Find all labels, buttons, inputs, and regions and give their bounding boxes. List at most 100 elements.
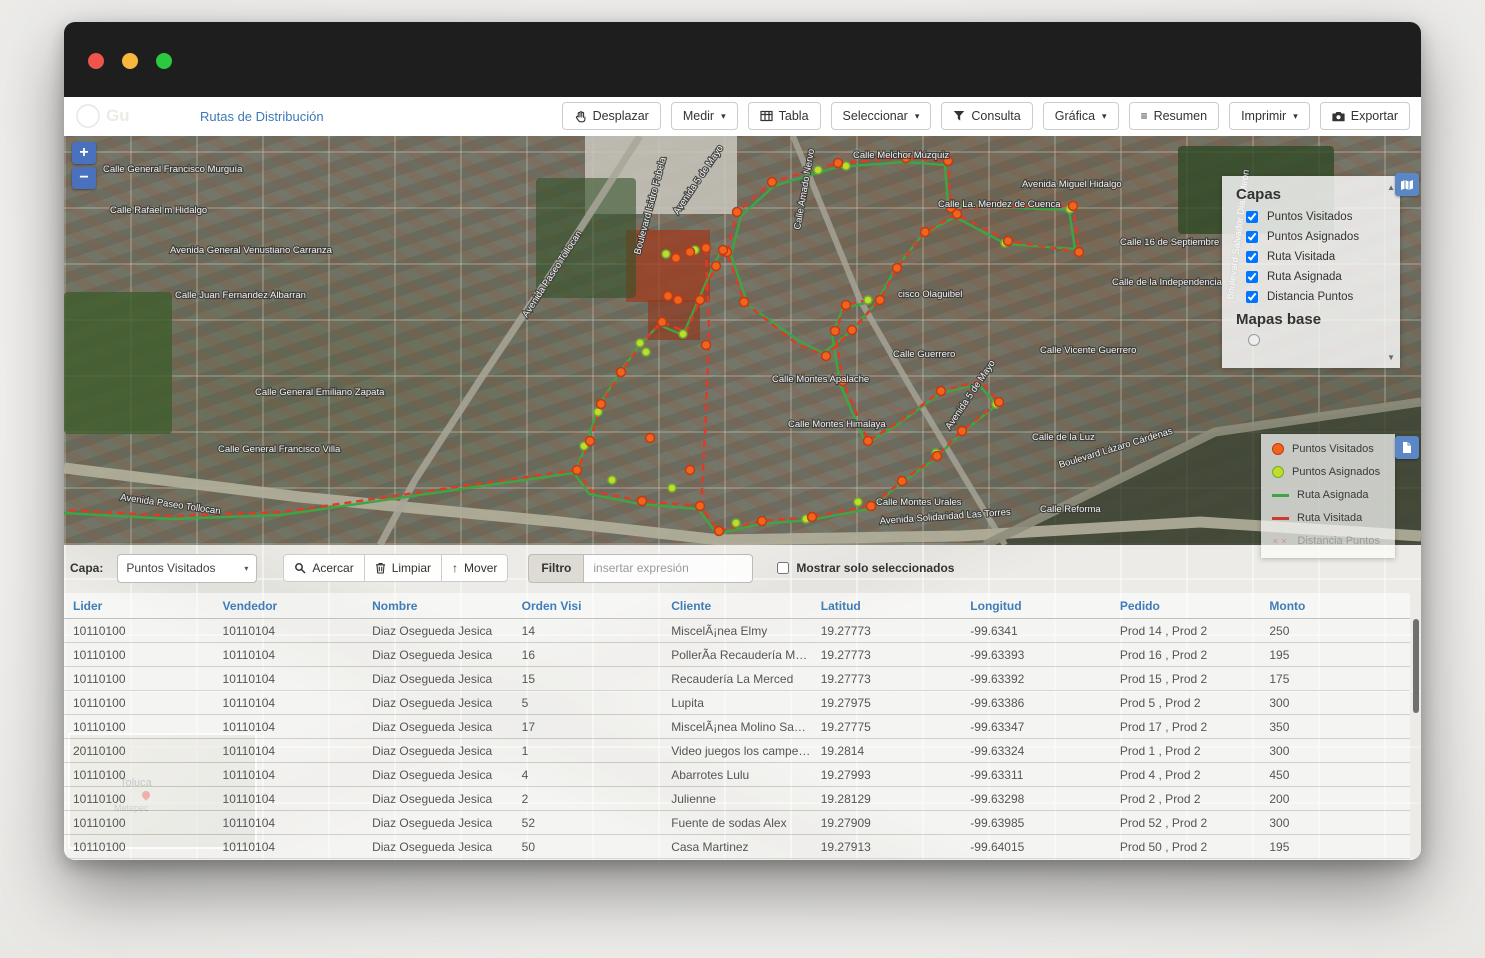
cell-longitud: -99.6341 xyxy=(961,619,1111,643)
cell-orden-visi: 16 xyxy=(513,643,663,667)
layer-checkbox[interactable] xyxy=(1246,231,1258,243)
cell-nombre: Diaz Osegueda Jesica xyxy=(363,835,513,859)
exportar-button[interactable]: Exportar xyxy=(1320,102,1410,130)
layers-panel-title: Capas xyxy=(1236,186,1386,203)
show-selected-checkbox[interactable] xyxy=(777,562,789,574)
cell-latitud: 19.27773 xyxy=(812,619,962,643)
column-header-lider[interactable]: Lider xyxy=(64,593,214,619)
table-header-row: Lider Vendedor Nombre Orden Visi Cliente… xyxy=(64,593,1410,619)
tabla-button[interactable]: Tabla xyxy=(748,102,821,130)
zoom-in-button[interactable]: + xyxy=(72,142,96,164)
cell-lider: 10110100 xyxy=(64,811,214,835)
column-header-nombre[interactable]: Nombre xyxy=(363,593,513,619)
table-scrollbar-thumb[interactable] xyxy=(1413,619,1419,713)
cell-vendedor: 10110104 xyxy=(214,643,364,667)
medir-button[interactable]: Medir▾ xyxy=(671,102,738,130)
cell-vendedor: 10110104 xyxy=(214,763,364,787)
column-header-orden-visi[interactable]: Orden Visi xyxy=(513,593,663,619)
cell-cliente: MiscelÃ¡nea Molino San Pablo xyxy=(662,715,812,739)
basemap-radio[interactable] xyxy=(1248,334,1260,346)
table-row[interactable]: 10110100 10110104 Diaz Osegueda Jesica 1… xyxy=(64,715,1410,739)
table-row[interactable]: 10110100 10110104 Diaz Osegueda Jesica 5… xyxy=(64,811,1410,835)
legend-panel-toggle-button[interactable] xyxy=(1395,436,1419,459)
layers-panel-toggle-button[interactable] xyxy=(1395,173,1419,196)
table-row[interactable]: 10110100 10110104 Diaz Osegueda Jesica 2… xyxy=(64,787,1410,811)
filter-input[interactable] xyxy=(583,554,753,583)
table-row[interactable]: 10110100 10110104 Diaz Osegueda Jesica 1… xyxy=(64,643,1410,667)
table-row[interactable]: 10110100 10110104 Diaz Osegueda Jesica 5… xyxy=(64,835,1410,859)
column-header-pedido[interactable]: Pedido xyxy=(1111,593,1261,619)
imprimir-button[interactable]: Imprimir▾ xyxy=(1229,102,1310,130)
app-window: Gu Rutas de Distribución Desplazar Medir… xyxy=(64,22,1421,860)
mover-button[interactable]: ↑ Mover xyxy=(441,554,508,582)
column-header-vendedor[interactable]: Vendedor xyxy=(214,593,364,619)
svg-text:Calle 16 de Septiembre: Calle 16 de Septiembre xyxy=(1120,237,1219,248)
acercar-button[interactable]: Acercar xyxy=(283,554,364,582)
cell-monto: 300 xyxy=(1260,811,1410,835)
cell-vendedor: 10110104 xyxy=(214,811,364,835)
cell-vendedor: 10110104 xyxy=(214,715,364,739)
logo-icon xyxy=(76,104,100,128)
map-overlay: Avenida Paseo Tollocan Avenida Paseo Tol… xyxy=(64,136,1421,545)
table-row[interactable]: 10110100 10110104 Diaz Osegueda Jesica 5… xyxy=(64,691,1410,715)
desktop: Gu Rutas de Distribución Desplazar Medir… xyxy=(0,0,1485,958)
hand-icon xyxy=(574,110,587,123)
filtro-label: Filtro xyxy=(528,554,583,583)
cell-orden-visi: 5 xyxy=(513,691,663,715)
chevron-down-icon: ▾ xyxy=(915,108,920,124)
map-canvas[interactable]: Avenida Paseo Tollocan Avenida Paseo Tol… xyxy=(64,136,1421,545)
layer-checkbox[interactable] xyxy=(1246,211,1258,223)
column-header-cliente[interactable]: Cliente xyxy=(662,593,812,619)
cell-lider: 10110100 xyxy=(64,619,214,643)
cell-lider: 10110100 xyxy=(64,715,214,739)
cell-longitud: -99.63392 xyxy=(961,667,1111,691)
limpiar-button[interactable]: Limpiar xyxy=(364,554,442,582)
chevron-down-icon: ▾ xyxy=(1102,108,1107,124)
green-line-icon xyxy=(1272,494,1289,497)
consulta-button[interactable]: Consulta xyxy=(941,102,1032,130)
table-row[interactable]: 20110100 10110104 Diaz Osegueda Jesica 1… xyxy=(64,739,1410,763)
arrow-up-icon: ↑ xyxy=(452,562,458,574)
cell-monto: 350 xyxy=(1260,715,1410,739)
app-toolbar: Gu Rutas de Distribución Desplazar Medir… xyxy=(64,97,1421,137)
cell-monto: 175 xyxy=(1260,667,1410,691)
table-row[interactable]: 10110100 10110104 Diaz Osegueda Jesica 1… xyxy=(64,619,1410,643)
zoom-out-button[interactable]: − xyxy=(72,167,96,189)
table-row[interactable]: 10110100 10110104 Diaz Osegueda Jesica 1… xyxy=(64,667,1410,691)
grafica-button[interactable]: Gráfica▾ xyxy=(1043,102,1119,130)
scroll-down-icon[interactable]: ▼ xyxy=(1387,354,1395,362)
close-button[interactable] xyxy=(88,53,104,69)
layer-checkbox[interactable] xyxy=(1246,251,1258,263)
layer-checkbox[interactable] xyxy=(1246,271,1258,283)
cell-orden-visi: 50 xyxy=(513,835,663,859)
desplazar-button[interactable]: Desplazar xyxy=(562,102,661,130)
cell-vendedor: 10110104 xyxy=(214,667,364,691)
column-header-monto[interactable]: Monto xyxy=(1260,593,1410,619)
zoom-button[interactable] xyxy=(156,53,172,69)
cell-pedido: Prod 2 , Prod 2 xyxy=(1111,787,1261,811)
chevron-down-icon: ▾ xyxy=(721,108,726,124)
app-logo: Gu xyxy=(76,104,130,128)
table-row[interactable]: 10110100 10110104 Diaz Osegueda Jesica 4… xyxy=(64,763,1410,787)
column-header-longitud[interactable]: Longitud xyxy=(961,593,1111,619)
cell-latitud: 19.27773 xyxy=(812,667,962,691)
distance-cross-icon: ✕✕ xyxy=(1272,537,1289,546)
legend-item-distancia-puntos: ✕✕ Distancia Puntos xyxy=(1272,535,1384,547)
column-header-latitud[interactable]: Latitud xyxy=(812,593,962,619)
cell-monto: 195 xyxy=(1260,835,1410,859)
visited-dot-icon xyxy=(1272,443,1284,455)
capa-select[interactable]: Puntos Visitados ▾ xyxy=(117,554,257,583)
scroll-up-icon[interactable]: ▲ xyxy=(1387,184,1395,192)
cell-orden-visi: 2 xyxy=(513,787,663,811)
minimize-button[interactable] xyxy=(122,53,138,69)
seleccionar-button[interactable]: Seleccionar▾ xyxy=(831,102,932,130)
list-icon: ≡ xyxy=(1141,110,1148,122)
cell-vendedor: 10110104 xyxy=(214,835,364,859)
layer-label: Ruta Asignada xyxy=(1267,271,1342,283)
cell-cliente: Casa Martinez xyxy=(662,835,812,859)
table-scrollbar[interactable] xyxy=(1412,593,1420,858)
layer-checkbox[interactable] xyxy=(1246,291,1258,303)
cell-monto: 300 xyxy=(1260,691,1410,715)
resumen-button[interactable]: ≡ Resumen xyxy=(1129,102,1220,130)
map-zoom-controls: + − xyxy=(72,142,96,192)
